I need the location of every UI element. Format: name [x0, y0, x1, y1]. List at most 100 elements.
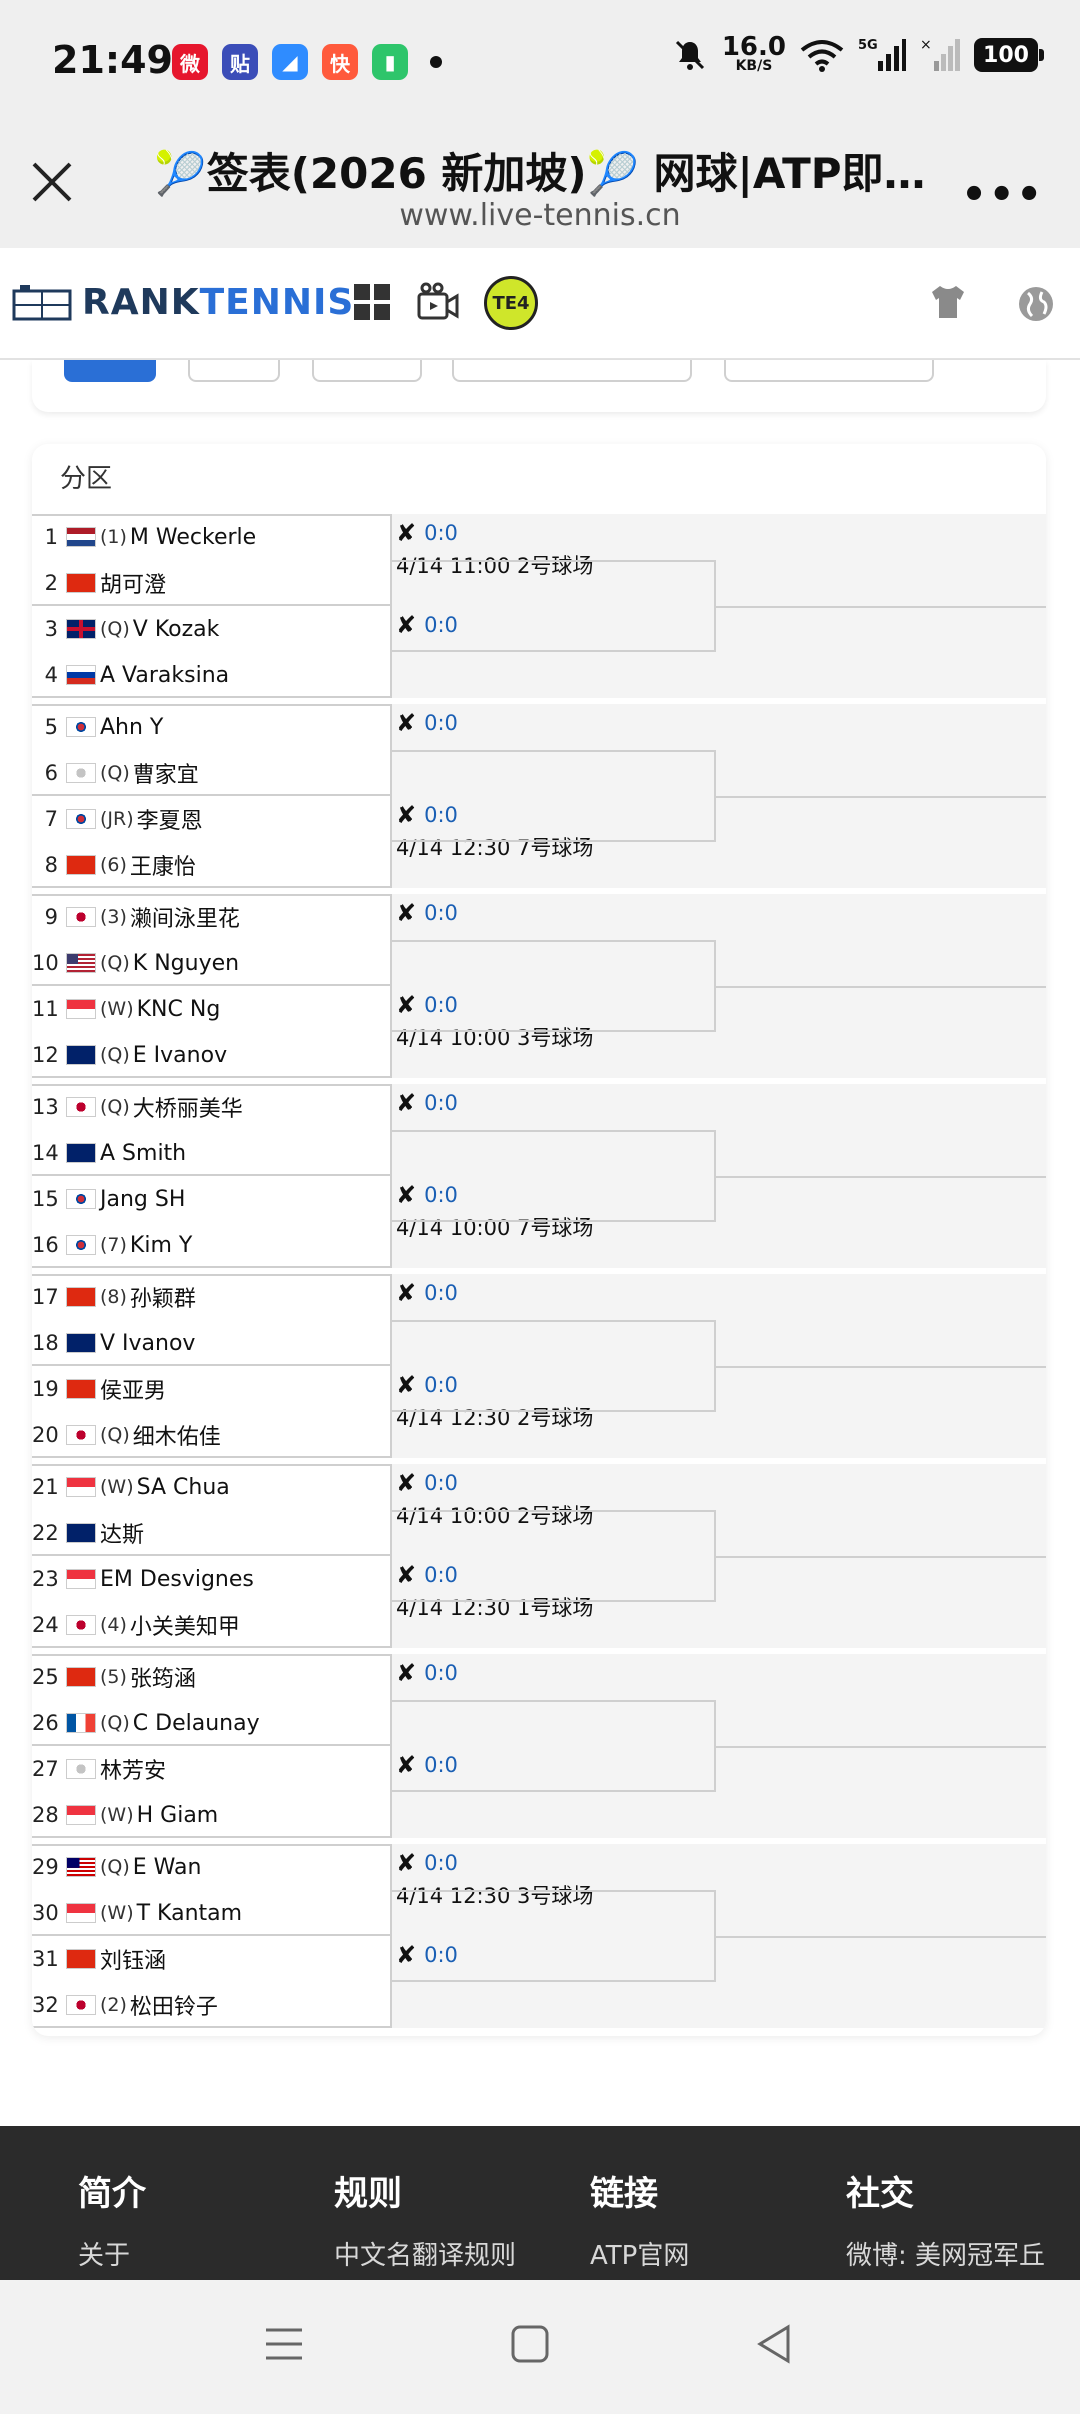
player-row[interactable]: 8 (6) 王康怡: [32, 842, 392, 888]
footer-link-rules[interactable]: 中文名翻译规则: [334, 2235, 516, 2272]
player-row[interactable]: 10 (Q) K Nguyen: [32, 940, 392, 986]
player-name[interactable]: V Ivanov: [100, 1331, 195, 1356]
footer-link-atp[interactable]: ATP官网: [590, 2235, 689, 2272]
player-row[interactable]: 14 A Smith: [32, 1130, 392, 1176]
back-icon[interactable]: [754, 2324, 794, 2364]
player-row[interactable]: 9 (3) 濑间泳里花: [32, 894, 392, 940]
player-row[interactable]: 7 (JR) 李夏恩: [32, 796, 392, 842]
player-row[interactable]: 6 (Q) 曹家宜: [32, 750, 392, 796]
more-menu-icon[interactable]: •••: [961, 172, 1044, 218]
player-row[interactable]: 18 V Ivanov: [32, 1320, 392, 1366]
crossed-rackets-icon: ✘: [396, 1849, 417, 1877]
player-row[interactable]: 22 达斯: [32, 1510, 392, 1556]
player-name[interactable]: Kim Y: [130, 1233, 192, 1258]
player-name[interactable]: K Nguyen: [133, 951, 239, 976]
player-row[interactable]: 29 (Q) E Wan: [32, 1844, 392, 1890]
tab-active[interactable]: [64, 360, 156, 382]
tab-2[interactable]: [188, 360, 280, 382]
player-row[interactable]: 4 A Varaksina: [32, 652, 392, 698]
player-row[interactable]: 16 (7) Kim Y: [32, 1222, 392, 1268]
match-score[interactable]: ✘ 0:0: [396, 1848, 458, 1878]
player-name[interactable]: M Weckerle: [130, 525, 256, 550]
player-row[interactable]: 32 (2) 松田铃子: [32, 1982, 392, 2028]
player-name[interactable]: H Giam: [137, 1803, 219, 1828]
player-row[interactable]: 17 (8) 孙颖群: [32, 1274, 392, 1320]
player-name[interactable]: Ahn Y: [100, 715, 163, 740]
player-row[interactable]: 1 (1) M Weckerle: [32, 514, 392, 560]
match-score[interactable]: ✘ 0:0: [396, 898, 458, 928]
player-name[interactable]: A Smith: [100, 1141, 186, 1166]
player-name[interactable]: 松田铃子: [130, 1989, 218, 2021]
match-score[interactable]: ✘ 0:0: [396, 518, 458, 548]
video-icon[interactable]: [416, 282, 460, 322]
player-row[interactable]: 11 (W) KNC Ng: [32, 986, 392, 1032]
footer-link-about[interactable]: 关于: [78, 2235, 146, 2272]
player-row[interactable]: 12 (Q) E Ivanov: [32, 1032, 392, 1078]
player-row[interactable]: 15 Jang SH: [32, 1176, 392, 1222]
player-row[interactable]: 21 (W) SA Chua: [32, 1464, 392, 1510]
match-score[interactable]: ✘ 0:0: [396, 1468, 458, 1498]
player-row[interactable]: 23 EM Desvignes: [32, 1556, 392, 1602]
player-name[interactable]: 刘钰涵: [100, 1943, 166, 1975]
tab-5[interactable]: [724, 360, 934, 382]
home-icon[interactable]: [510, 2324, 550, 2364]
match-score[interactable]: ✘ 0:0: [396, 1658, 458, 1688]
player-row[interactable]: 13 (Q) 大桥丽美华: [32, 1084, 392, 1130]
player-row[interactable]: 19 侯亚男: [32, 1366, 392, 1412]
player-name[interactable]: 细木佑佳: [133, 1419, 221, 1451]
player-row[interactable]: 27 林芳安: [32, 1746, 392, 1792]
player-name[interactable]: 小关美知甲: [130, 1609, 240, 1641]
draw-position: 28: [32, 1803, 59, 1827]
player-row[interactable]: 20 (Q) 细木佑佳: [32, 1412, 392, 1458]
player-row[interactable]: 2 胡可澄: [32, 560, 392, 606]
player-name[interactable]: E Wan: [133, 1855, 202, 1880]
player-name[interactable]: T Kantam: [137, 1901, 242, 1926]
draw-position: 29: [32, 1855, 59, 1879]
player-name[interactable]: 侯亚男: [100, 1373, 166, 1405]
page-url[interactable]: www.live-tennis.cn: [150, 198, 930, 233]
te4-badge[interactable]: TE4: [484, 276, 538, 330]
player-row[interactable]: 25 (5) 张筠涵: [32, 1654, 392, 1700]
shirt-icon[interactable]: [928, 284, 968, 320]
match-score[interactable]: ✘ 0:0: [396, 708, 458, 738]
footer-link-weibo[interactable]: 微博: 美网冠军丘: [846, 2235, 1045, 2272]
player-row[interactable]: 24 (4) 小关美知甲: [32, 1602, 392, 1648]
player-name[interactable]: 王康怡: [130, 849, 196, 881]
player-row[interactable]: 3 (Q) V Kozak: [32, 606, 392, 652]
player-name[interactable]: 胡可澄: [100, 567, 166, 599]
player-name[interactable]: Jang SH: [100, 1187, 185, 1212]
player-name[interactable]: SA Chua: [137, 1475, 230, 1500]
close-icon[interactable]: [30, 160, 74, 204]
player-name[interactable]: E Ivanov: [133, 1043, 227, 1068]
player-name[interactable]: 濑间泳里花: [130, 901, 240, 933]
player-name[interactable]: EM Desvignes: [100, 1567, 254, 1592]
player-row[interactable]: 28 (W) H Giam: [32, 1792, 392, 1838]
player-name[interactable]: 大桥丽美华: [133, 1091, 243, 1123]
seed-tag: (4): [100, 1614, 127, 1636]
match-score[interactable]: ✘ 0:0: [396, 1088, 458, 1118]
player-name[interactable]: 达斯: [100, 1517, 144, 1549]
player-name[interactable]: 孙颖群: [130, 1281, 196, 1313]
site-logo[interactable]: RANKTENNIS: [12, 282, 354, 323]
seed-tag: (Q): [100, 1044, 130, 1066]
player-row[interactable]: 31 刘钰涵: [32, 1936, 392, 1982]
player-name[interactable]: 李夏恩: [137, 803, 203, 835]
player-row[interactable]: 26 (Q) C Delaunay: [32, 1700, 392, 1746]
player-row[interactable]: 5 Ahn Y: [32, 704, 392, 750]
grid-menu-icon[interactable]: [352, 282, 392, 322]
player-row[interactable]: 30 (W) T Kantam: [32, 1890, 392, 1936]
seed-tag: (8): [100, 1286, 127, 1308]
player-name[interactable]: KNC Ng: [137, 997, 221, 1022]
player-name[interactable]: C Delaunay: [133, 1711, 260, 1736]
player-name[interactable]: 张筠涵: [130, 1661, 196, 1693]
round2-connector: [392, 1130, 716, 1222]
menu-icon[interactable]: [264, 2324, 304, 2364]
player-name[interactable]: 林芳安: [100, 1753, 166, 1785]
player-name[interactable]: V Kozak: [133, 617, 220, 642]
globe-icon[interactable]: [1016, 284, 1056, 324]
match-score[interactable]: ✘ 0:0: [396, 1278, 458, 1308]
tab-3[interactable]: [312, 360, 422, 382]
player-name[interactable]: 曹家宜: [133, 757, 199, 789]
player-name[interactable]: A Varaksina: [100, 663, 229, 688]
tab-4[interactable]: [452, 360, 692, 382]
